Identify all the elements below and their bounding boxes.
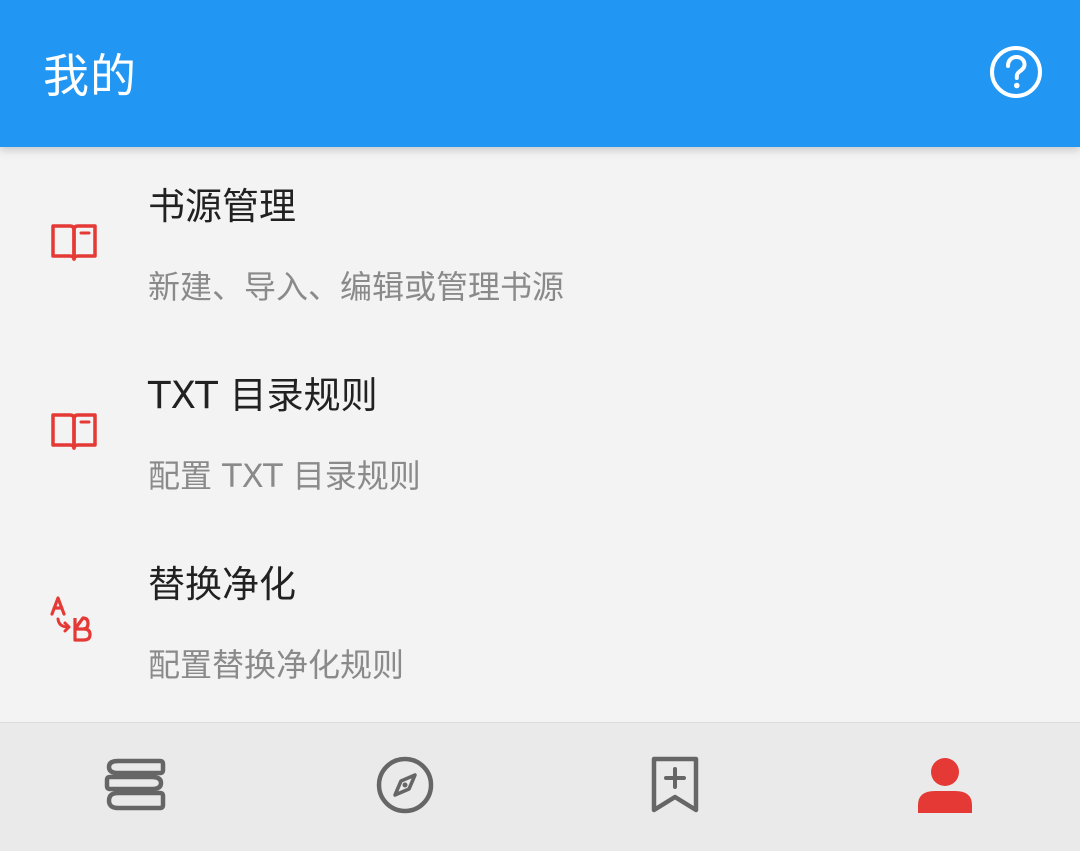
book-icon — [48, 405, 100, 457]
compass-icon — [375, 755, 435, 819]
nav-tab-bookmarks[interactable] — [540, 723, 810, 851]
settings-list: 书源管理 新建、导入、编辑或管理书源 TXT 目录规则 配置 TXT 目录规则 … — [0, 147, 1080, 722]
list-item-txt-toc-rules[interactable]: TXT 目录规则 配置 TXT 目录规则 — [0, 336, 1080, 525]
item-subtitle: 配置 TXT 目录规则 — [148, 457, 421, 495]
person-icon — [915, 755, 975, 819]
page-title: 我的 — [43, 49, 137, 103]
bookshelf-icon — [104, 757, 166, 817]
item-title: 替换净化 — [148, 563, 296, 606]
replace-ab-icon — [48, 594, 100, 646]
bottom-navigation — [0, 722, 1080, 851]
help-button[interactable] — [982, 40, 1050, 108]
list-item-replace-purify[interactable]: 替换净化 配置替换净化规则 — [0, 525, 1080, 714]
app-bar: 我的 — [0, 0, 1080, 147]
nav-tab-mine[interactable] — [810, 723, 1080, 851]
item-subtitle: 配置替换净化规则 — [148, 646, 405, 684]
list-item-book-source[interactable]: 书源管理 新建、导入、编辑或管理书源 — [0, 147, 1080, 336]
book-icon — [48, 216, 100, 268]
nav-tab-discover[interactable] — [270, 723, 540, 851]
help-circle-icon — [989, 45, 1043, 103]
item-subtitle: 新建、导入、编辑或管理书源 — [148, 268, 565, 306]
nav-tab-bookshelf[interactable] — [0, 723, 270, 851]
item-title: 书源管理 — [148, 185, 296, 228]
item-title: TXT 目录规则 — [148, 374, 378, 417]
bookmark-add-icon — [650, 755, 700, 819]
